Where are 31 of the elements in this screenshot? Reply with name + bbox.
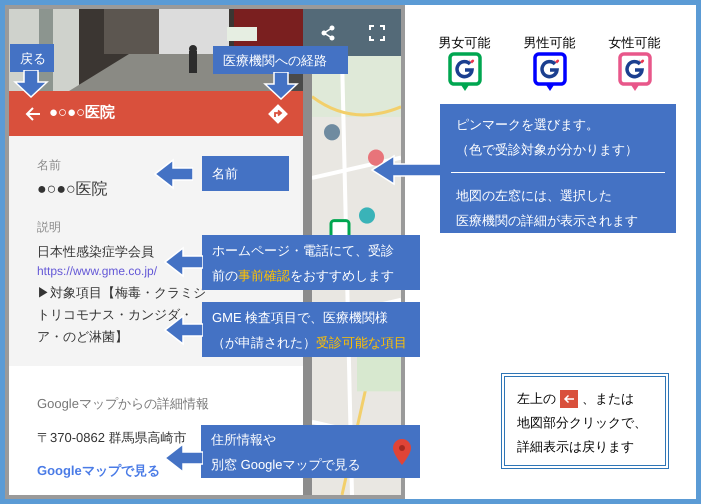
callout-text: 住所情報や 別窓 Googleマップで見る [211, 430, 361, 474]
note-text: 地図部分クリックで、 [517, 414, 648, 432]
callout-text: ホームページ・電話にて、受診 前の事前確認をおすすめします [212, 242, 394, 284]
callout-text: GME 検査項目で、医療機関様 （が申請された）受診可能な項目 [212, 308, 407, 352]
note-text: 詳細表示は戻ります [517, 438, 635, 456]
fullscreen-icon[interactable] [368, 24, 384, 40]
field-label: 説明 [37, 219, 61, 236]
callout-arrow [153, 158, 193, 190]
callout-text: 戻る [20, 50, 46, 68]
description-line: トリコモナス・カンジダ・ [37, 306, 193, 324]
map-link[interactable]: Googleマップで見る [37, 461, 160, 480]
callout-text: 名前 [212, 165, 238, 183]
back-arrow-icon[interactable] [25, 106, 41, 122]
callout-text: 地図の左窓には、選択した 医療機関の詳細が表示されます [455, 187, 639, 230]
note-text: 左上の [517, 390, 556, 408]
callout-text: ピンマークを選びます。 （色で受診対象が分かります） [455, 116, 639, 159]
share-icon[interactable] [320, 24, 336, 40]
place-title: ●○●○医院 [49, 103, 116, 124]
legend-label: 男女可能 [438, 34, 490, 52]
legend-label: 女性可能 [608, 34, 660, 52]
website-link[interactable]: https://www.gme.co.jp/ [37, 262, 158, 280]
place-name: ●○●○医院 [37, 180, 108, 200]
description-line: ア・のど淋菌】 [37, 328, 128, 346]
address-text: 〒370-0862 群馬県高崎市 [37, 428, 187, 446]
field-label: 名前 [37, 157, 61, 174]
location-pin-icon [392, 438, 412, 466]
callout-text: 医療機関への経路 [223, 52, 327, 70]
description-text: 日本性感染症学会員 [37, 243, 154, 261]
legend-label: 男性可能 [524, 34, 576, 52]
section-heading: Googleマップからの詳細情報 [37, 395, 209, 413]
note-text: 、または [582, 390, 634, 408]
